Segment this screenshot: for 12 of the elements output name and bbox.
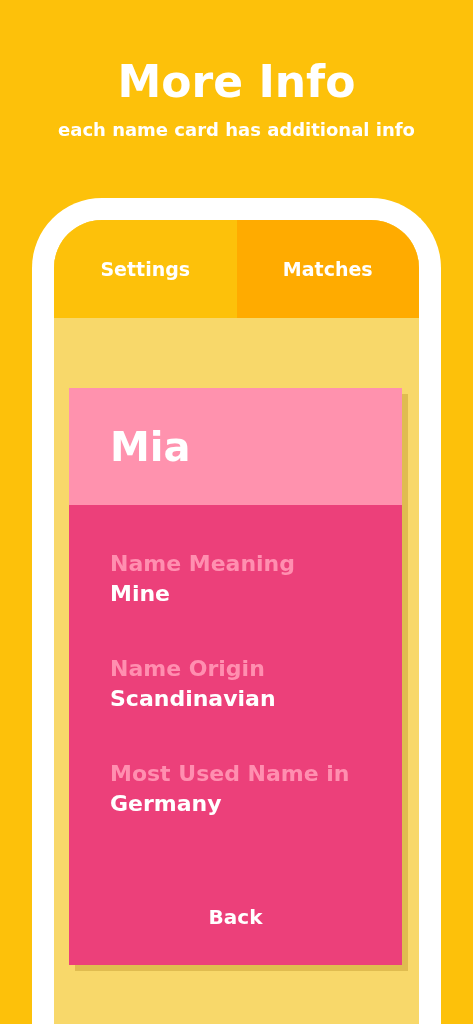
page-subtitle: each name card has additional info: [58, 118, 415, 142]
field-label: Name Meaning: [110, 550, 297, 578]
page-title: More Info: [117, 55, 356, 109]
card-name: Mia: [110, 423, 191, 470]
field-value: Scandinavian: [110, 685, 277, 713]
tab[interactable]: Settings: [54, 220, 237, 318]
field-label: Name Origin: [110, 655, 266, 683]
field-value: Germany: [110, 790, 223, 818]
field-label: Most Used Name in: [110, 760, 351, 788]
field-value: Mine: [110, 580, 172, 608]
back-button[interactable]: Back: [192, 899, 279, 935]
tab[interactable]: Matches: [236, 220, 419, 318]
